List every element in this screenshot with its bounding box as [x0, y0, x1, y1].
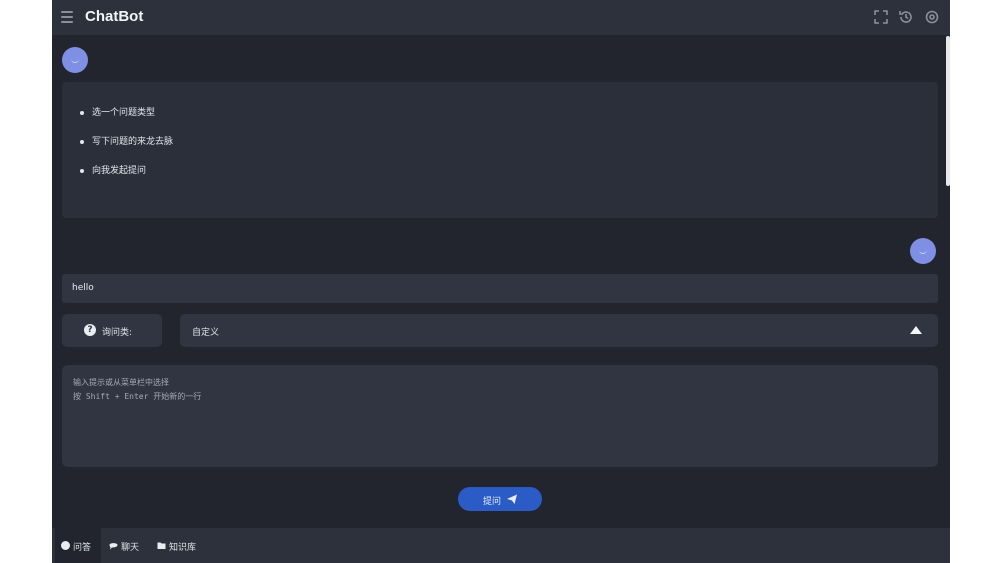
- caret-up-icon: [910, 326, 922, 334]
- tab-knowledge-base-label: 知识库: [169, 543, 197, 553]
- user-message-text: hello: [72, 283, 94, 293]
- tab-chat[interactable]: 聊天: [105, 528, 149, 563]
- top-bar: ChatBot: [52, 0, 950, 35]
- submit-button[interactable]: 提问: [458, 487, 542, 511]
- folder-icon: [157, 542, 166, 549]
- list-item: 向我发起提问: [80, 165, 938, 194]
- tab-knowledge-base[interactable]: 知识库: [153, 528, 211, 563]
- settings-icon[interactable]: [924, 9, 940, 25]
- tab-chat-label: 聊天: [121, 543, 140, 553]
- bot-message-list: 选一个问题类型 写下问题的来龙去脉 向我发起提问: [62, 82, 938, 194]
- list-item: 写下问题的来龙去脉: [80, 136, 938, 165]
- question-type-dropdown[interactable]: 自定义: [180, 314, 938, 347]
- question-type-text: 询问类:: [102, 328, 133, 338]
- fullscreen-icon[interactable]: [873, 9, 889, 25]
- list-item: 选一个问题类型: [80, 107, 938, 136]
- prompt-placeholder-line1: 输入提示或从菜单栏中选择: [73, 378, 169, 387]
- prompt-input[interactable]: 输入提示或从菜单栏中选择 按 Shift + Enter 开始新的一行: [62, 365, 938, 467]
- prompt-placeholder-line2: 按 Shift + Enter 开始新的一行: [73, 392, 202, 401]
- bot-message: 选一个问题类型 写下问题的来龙去脉 向我发起提问: [62, 82, 938, 218]
- app-title: ChatBot: [85, 8, 144, 25]
- qa-icon: [61, 541, 70, 550]
- tab-qa-label: 问答: [73, 543, 92, 553]
- menu-icon[interactable]: [61, 10, 75, 24]
- chat-icon: [109, 543, 118, 550]
- app-window: ChatBot 选一个问题类型 写下问题的来龙去脉 向我发起提问 hello ?…: [52, 0, 950, 563]
- user-avatar: [910, 238, 936, 264]
- user-message: hello: [62, 274, 938, 303]
- question-type-value: 自定义: [192, 328, 220, 338]
- bottom-tab-bar: 问答 聊天 知识库: [52, 528, 950, 563]
- question-type-label: ? 询问类:: [62, 314, 162, 347]
- tab-qa[interactable]: 问答: [55, 528, 101, 563]
- scrollbar[interactable]: [946, 36, 950, 186]
- history-icon[interactable]: [898, 9, 914, 25]
- question-icon: ?: [84, 324, 96, 336]
- bot-avatar: [62, 47, 88, 73]
- send-icon: [507, 494, 517, 504]
- submit-label: 提问: [483, 497, 502, 507]
